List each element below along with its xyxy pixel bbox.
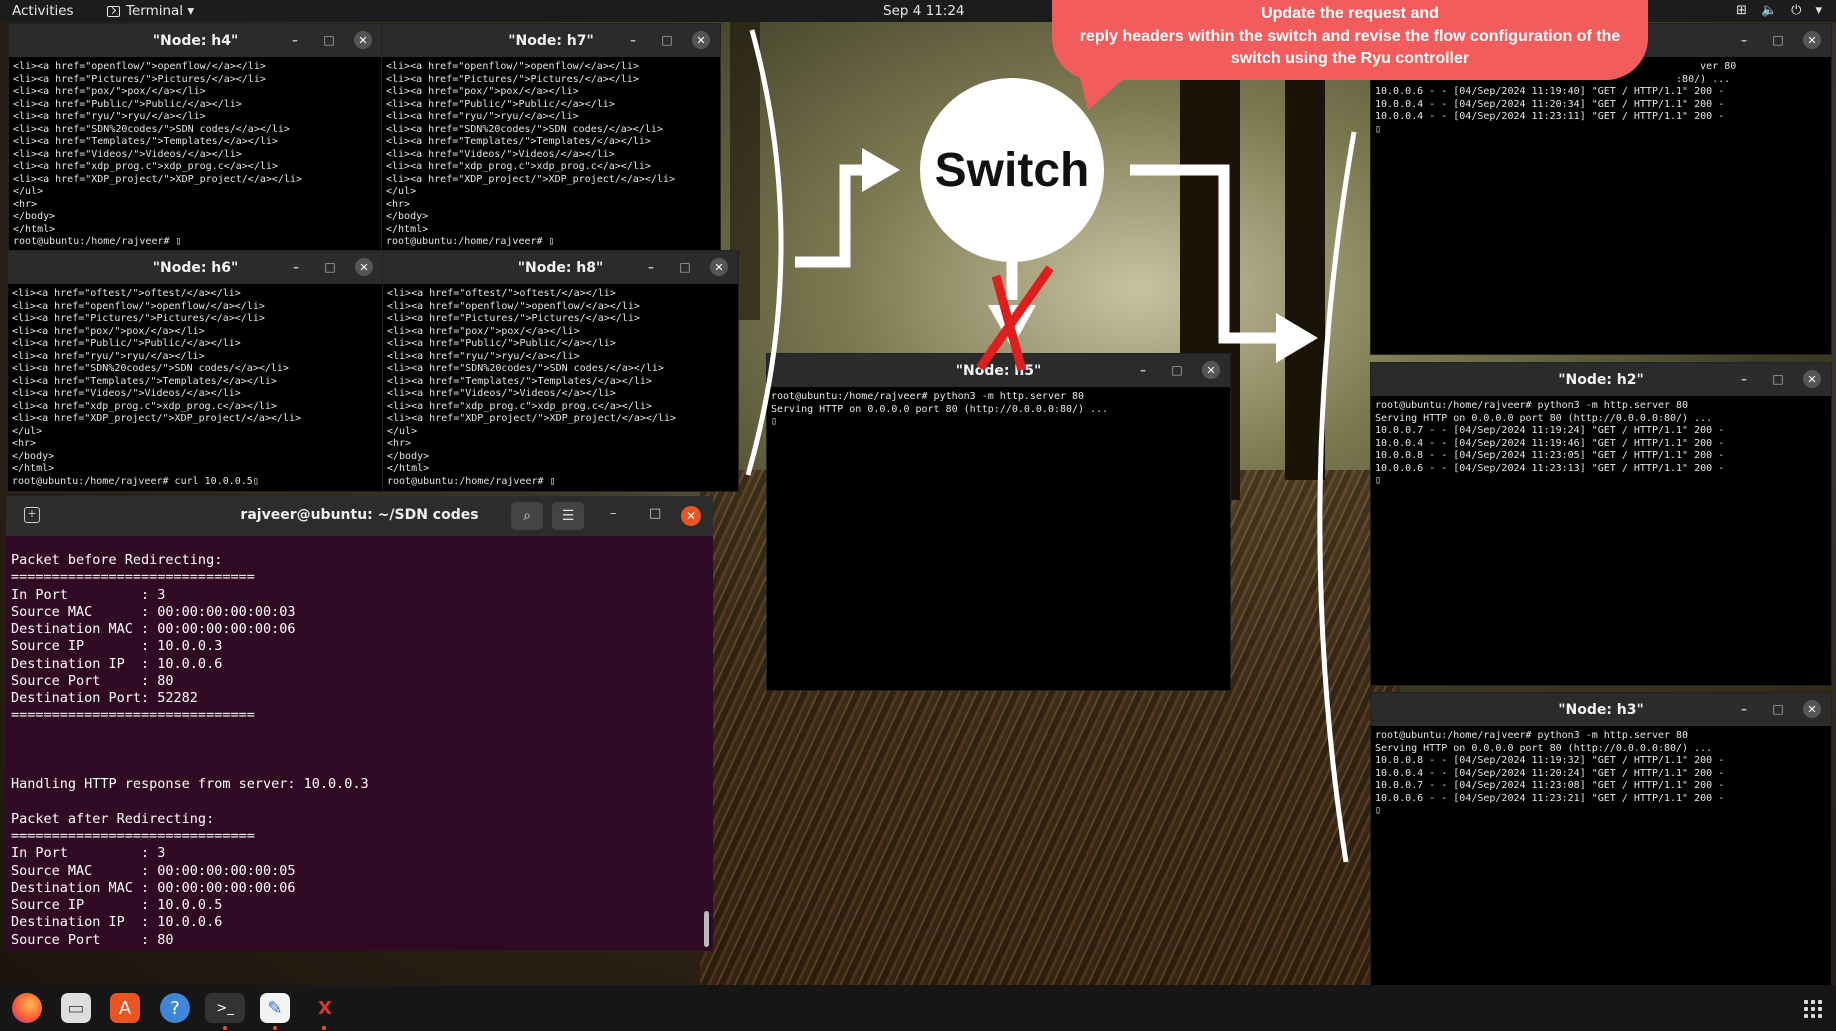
window-title: "Node: h8" [517, 259, 604, 276]
network-icon: ⊞ [1736, 3, 1747, 18]
switch-node: Switch [920, 78, 1104, 262]
xterm-window-h6[interactable]: "Node: h6" – □ ✕ <li><a href="oftest/">o… [8, 251, 383, 491]
close-button[interactable]: ✕ [355, 258, 373, 276]
running-indicator [223, 1026, 227, 1030]
minimize-button[interactable]: – [624, 33, 642, 47]
terminal-output[interactable]: <li><a href="openflow/">openflow/</a></l… [9, 57, 382, 251]
xterm-titlebar[interactable]: "Node: h6" – □ ✕ [8, 251, 383, 284]
dock: ▭ A ? >_ ✎ X [0, 985, 1836, 1031]
activities-button[interactable]: Activities [12, 3, 74, 19]
xterm-window-h3[interactable]: "Node: h3" – □ ✕ root@ubuntu:/home/rajve… [1371, 693, 1831, 985]
terminal-output[interactable]: <li><a href="openflow/">openflow/</a></l… [382, 57, 720, 251]
terminal-headerbar[interactable]: + rajveer@ubuntu: ~/SDN codes ⌕ ☰ – □ ✕ [6, 496, 713, 536]
window-title: rajveer@ubuntu: ~/SDN codes [240, 507, 479, 523]
scrollbar[interactable] [704, 911, 709, 947]
close-button[interactable]: ✕ [1803, 370, 1821, 388]
minimize-button[interactable]: – [1735, 33, 1753, 47]
minimize-button[interactable]: – [610, 506, 617, 521]
window-title: "Node: h6" [152, 259, 239, 276]
terminal-output[interactable]: <li><a href="oftest/">oftest/</a></li> <… [383, 284, 738, 492]
chevron-down-icon: ▾ [1815, 3, 1822, 18]
system-tray[interactable]: ⊞ 🔈 ⏻ ▾ [1736, 3, 1822, 18]
running-indicator [273, 1026, 277, 1030]
xterm-window-h2[interactable]: "Node: h2" – □ ✕ root@ubuntu:/home/rajve… [1371, 363, 1831, 685]
hamburger-menu-icon: ☰ [561, 508, 575, 524]
terminal-icon[interactable]: >_ [205, 993, 245, 1023]
maximize-button[interactable]: □ [1769, 372, 1787, 386]
close-button[interactable]: ✕ [681, 506, 701, 526]
callout-line: reply headers within the switch and revi… [1079, 27, 1621, 45]
maximize-button[interactable]: □ [321, 260, 339, 274]
maximize-button[interactable]: □ [649, 506, 661, 521]
close-button[interactable]: ✕ [1803, 700, 1821, 718]
terminal-output[interactable]: root@ubuntu:/home/rajveer# python3 -m ht… [1371, 726, 1831, 989]
callout-line: Update the request and [1261, 5, 1439, 22]
minimize-button[interactable]: – [1735, 372, 1753, 386]
xterm-titlebar[interactable]: "Node: h3" – □ ✕ [1371, 693, 1831, 726]
terminal-output[interactable]: Packet before Redirecting: =============… [6, 536, 713, 952]
show-apps-icon[interactable] [1804, 1000, 1822, 1018]
xterm-icon[interactable]: X [310, 993, 340, 1023]
maximize-button[interactable]: □ [1168, 363, 1186, 377]
close-button[interactable]: ✕ [1202, 361, 1220, 379]
maximize-button[interactable]: □ [320, 33, 338, 47]
xterm-titlebar[interactable]: "Node: h8" – □ ✕ [383, 251, 738, 284]
maximize-button[interactable]: □ [1769, 702, 1787, 716]
xterm-titlebar[interactable]: "Node: h4" – □ ✕ [9, 24, 382, 57]
maximize-button[interactable]: □ [676, 260, 694, 274]
help-icon[interactable]: ? [160, 993, 190, 1023]
minimize-button[interactable]: – [1735, 702, 1753, 716]
switch-label: Switch [934, 143, 1090, 197]
xterm-window-h7[interactable]: "Node: h7" – □ ✕ <li><a href="openflow/"… [382, 24, 720, 250]
minimize-button[interactable]: – [1134, 363, 1152, 377]
firefox-icon[interactable] [12, 993, 42, 1023]
window-title: "Node: h5" [955, 362, 1042, 379]
gnome-terminal-window[interactable]: + rajveer@ubuntu: ~/SDN codes ⌕ ☰ – □ ✕ … [6, 496, 713, 951]
search-icon: ⌕ [523, 508, 531, 524]
window-title: "Node: h3" [1558, 701, 1644, 718]
running-indicator [322, 1026, 326, 1030]
window-title: "Node: h7" [508, 32, 594, 49]
files-icon[interactable]: ▭ [61, 993, 91, 1023]
app-center-icon[interactable]: A [110, 993, 140, 1023]
text-editor-icon[interactable]: ✎ [260, 993, 290, 1023]
xterm-window-h5[interactable]: "Node: h5" – □ ✕ root@ubuntu:/home/rajve… [767, 354, 1230, 690]
terminal-output[interactable]: ver 80 :80/) ... 10.0.0.6 - - [04/Sep/20… [1371, 57, 1831, 355]
menu-button[interactable]: ☰ [552, 502, 584, 530]
xterm-window-h8[interactable]: "Node: h8" – □ ✕ <li><a href="oftest/">o… [383, 251, 738, 491]
terminal-icon [107, 5, 120, 17]
terminal-output[interactable]: root@ubuntu:/home/rajveer# python3 -m ht… [1371, 396, 1831, 689]
volume-icon: 🔈 [1760, 3, 1778, 18]
app-menu-button[interactable]: Terminal ▾ [107, 3, 194, 19]
window-title: "Node: h2" [1558, 371, 1644, 388]
terminal-output[interactable]: root@ubuntu:/home/rajveer# python3 -m ht… [767, 387, 1230, 693]
minimize-button[interactable]: – [286, 33, 304, 47]
xterm-titlebar[interactable]: "Node: h2" – □ ✕ [1371, 363, 1831, 396]
xterm-titlebar[interactable]: "Node: h7" – □ ✕ [382, 24, 720, 57]
power-icon: ⏻ [1791, 3, 1802, 18]
annotation-callout: Update the request and reply headers wit… [1052, 0, 1648, 80]
maximize-button[interactable]: □ [658, 33, 676, 47]
minimize-button[interactable]: – [287, 260, 305, 274]
search-button[interactable]: ⌕ [511, 502, 543, 530]
wallpaper-tree [1285, 20, 1325, 480]
xterm-titlebar[interactable]: "Node: h5" – □ ✕ [767, 354, 1230, 387]
close-button[interactable]: ✕ [692, 31, 710, 49]
callout-line: switch using the Ryu controller [1230, 50, 1470, 67]
minimize-button[interactable]: – [642, 260, 660, 274]
maximize-button[interactable]: □ [1769, 33, 1787, 47]
xterm-window-h4[interactable]: "Node: h4" – □ ✕ <li><a href="openflow/"… [9, 24, 382, 250]
clock[interactable]: Sep 4 11:24 [883, 3, 965, 19]
close-button[interactable]: ✕ [354, 31, 372, 49]
terminal-output[interactable]: <li><a href="oftest/">oftest/</a></li> <… [8, 284, 383, 492]
close-button[interactable]: ✕ [1803, 31, 1821, 49]
close-button[interactable]: ✕ [710, 258, 728, 276]
window-title: "Node: h4" [152, 32, 239, 49]
app-menu-label: Terminal ▾ [126, 3, 195, 19]
